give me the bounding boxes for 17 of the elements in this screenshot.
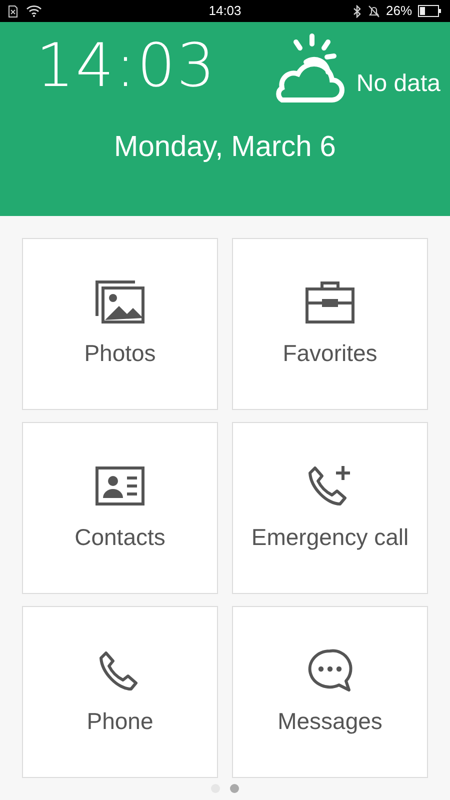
- app-tile[interactable]: Messages: [232, 606, 428, 778]
- date-label: Monday, March 6: [114, 130, 336, 165]
- app-tile[interactable]: Favorites: [232, 238, 428, 410]
- no-sim-icon: [8, 4, 18, 18]
- clock-time: 14:03: [36, 36, 216, 96]
- app-tile[interactable]: Contacts: [22, 422, 218, 594]
- muted-bell-icon: [368, 4, 380, 18]
- weather-status: No data: [356, 69, 440, 99]
- app-tile[interactable]: Photos: [22, 238, 218, 410]
- app-tile[interactable]: Phone: [22, 606, 218, 778]
- bluetooth-icon: [352, 4, 362, 18]
- app-tile[interactable]: Emergency call: [232, 422, 428, 594]
- photos-icon: [93, 278, 147, 326]
- status-time: 14:03: [208, 2, 242, 20]
- wifi-icon: [26, 5, 42, 17]
- battery-icon: [418, 5, 442, 17]
- battery-percent: 26%: [386, 2, 412, 20]
